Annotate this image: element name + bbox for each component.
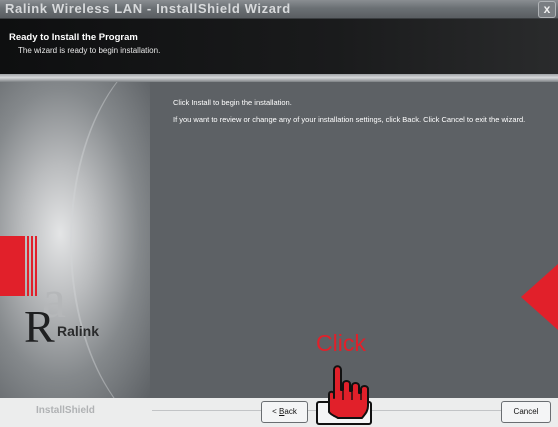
back-rest: ack — [284, 407, 297, 416]
logo-wordmark: Ralink — [57, 323, 100, 339]
step-subtitle: The wizard is ready to begin installatio… — [18, 46, 161, 55]
ralink-logo: a R Ralink — [24, 272, 154, 358]
header-divider — [0, 74, 558, 82]
window-title: Ralink Wireless LAN - InstallShield Wiza… — [5, 1, 291, 16]
cancel-button[interactable]: Cancel — [501, 401, 551, 423]
back-prefix: < — [272, 407, 280, 416]
step-title: Ready to Install the Program — [9, 32, 138, 43]
left-marker-icon — [0, 236, 40, 296]
pointing-hand-icon — [328, 365, 369, 419]
title-bar: Ralink Wireless LAN - InstallShield Wiza… — [0, 0, 558, 19]
marker-block — [0, 236, 25, 296]
wizard-body: Click Install to begin the installation.… — [0, 82, 558, 398]
wizard-header: Ready to Install the Program The wizard … — [0, 19, 558, 74]
installshield-brand: InstallShield — [36, 405, 95, 416]
marker-stripe — [27, 236, 29, 296]
right-arrow-marker-icon — [521, 264, 558, 330]
info-text: If you want to review or change any of y… — [173, 115, 526, 124]
logo-letter-r: R — [24, 301, 55, 352]
marker-stripe — [31, 236, 33, 296]
click-callout: Click — [316, 330, 366, 356]
back-button[interactable]: < Back — [261, 401, 308, 423]
close-button[interactable]: x — [538, 1, 556, 18]
marker-stripe — [35, 236, 37, 296]
instruction-text: Click Install to begin the installation. — [173, 98, 292, 107]
